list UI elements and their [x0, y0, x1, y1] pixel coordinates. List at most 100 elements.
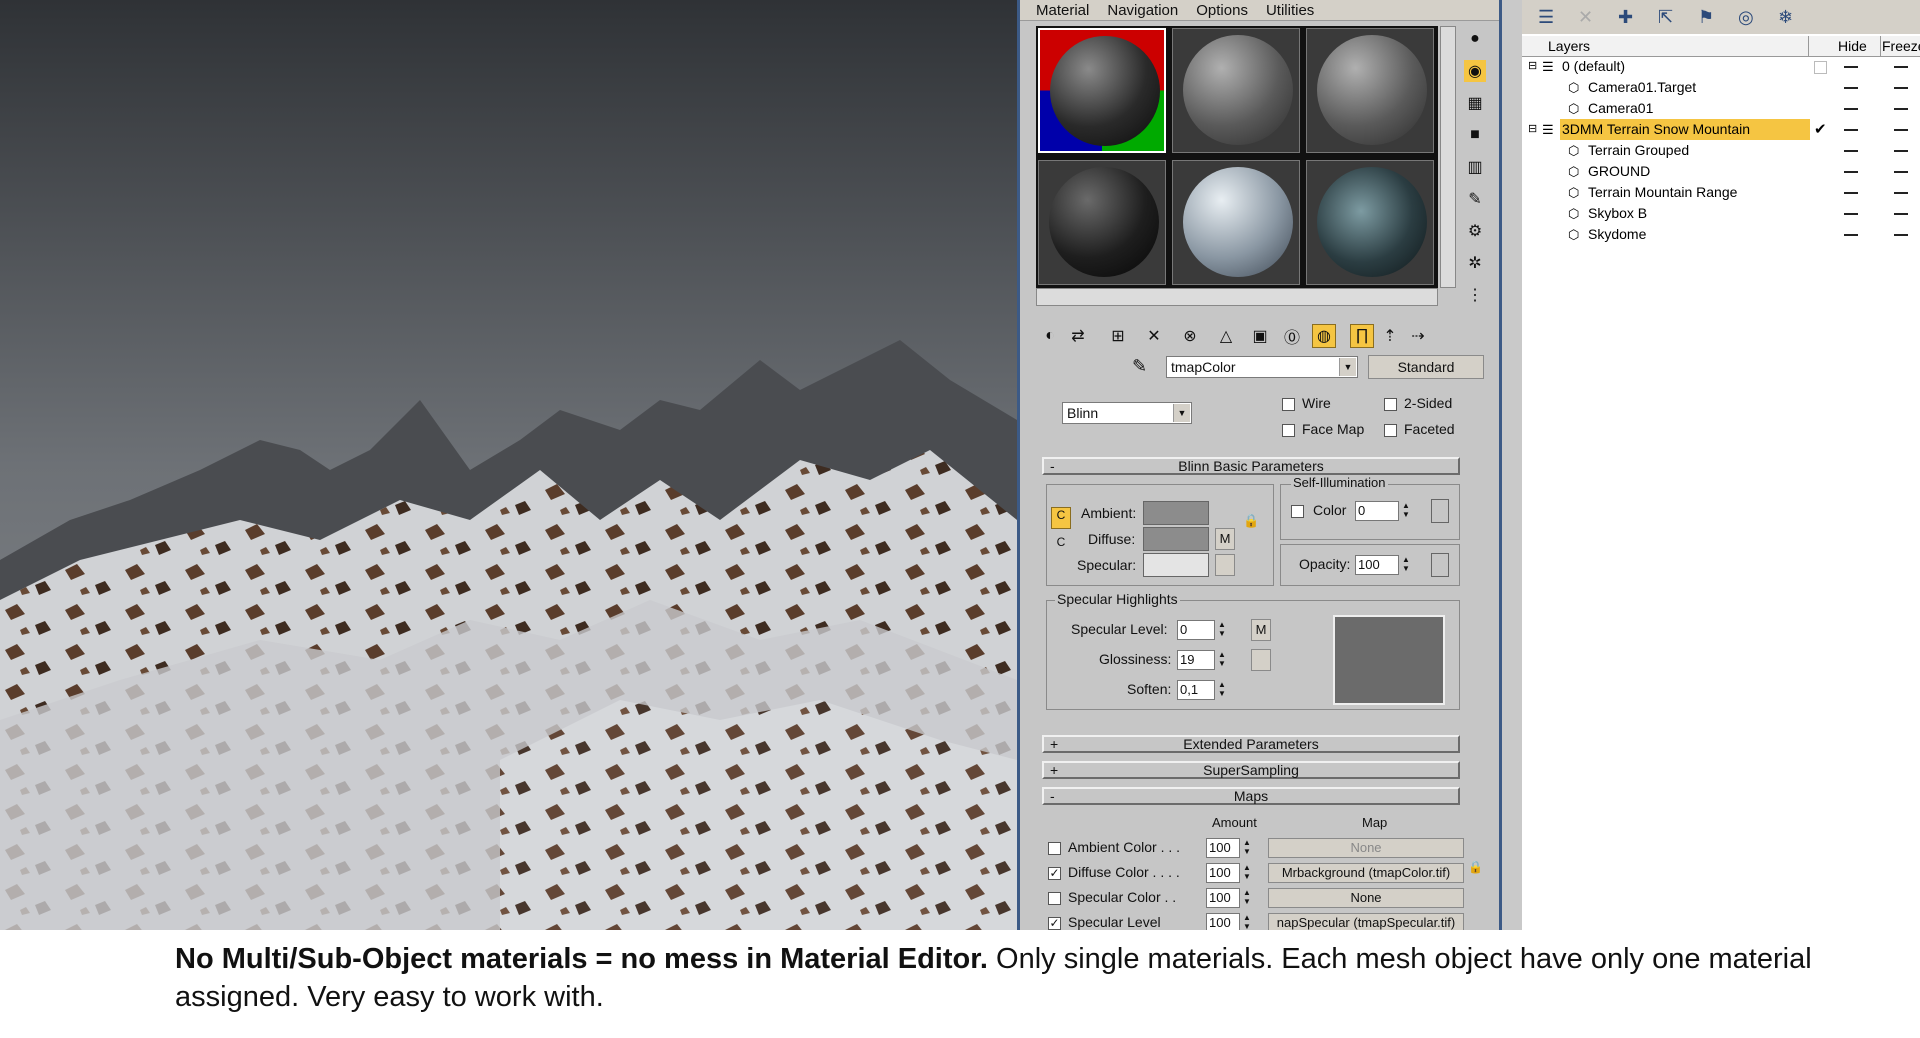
spinner-icon[interactable]: ▲ ▼: [1242, 913, 1252, 930]
freeze-toggle[interactable]: [1894, 192, 1908, 194]
freeze-all-icon[interactable]: ❄: [1778, 7, 1818, 28]
panel-divider[interactable]: [1502, 0, 1522, 930]
spinner-icon[interactable]: ▲ ▼: [1401, 555, 1411, 575]
freeze-toggle[interactable]: [1894, 108, 1908, 110]
map-amount[interactable]: 100: [1206, 888, 1240, 908]
diffuse-color-map-checkbox[interactable]: ✓: [1048, 867, 1061, 880]
put-to-scene-icon[interactable]: ⇄: [1066, 324, 1090, 348]
checkmark-icon[interactable]: ✔: [1814, 119, 1827, 140]
opacity-value[interactable]: 100: [1355, 555, 1399, 575]
layer-row-active[interactable]: ⊟ ☰ 3DMM Terrain Snow Mountain ✔: [1522, 119, 1920, 140]
hide-toggle[interactable]: [1844, 87, 1858, 89]
glossiness-value[interactable]: 19: [1177, 650, 1215, 670]
ambient-color-swatch[interactable]: [1143, 501, 1209, 525]
map-button[interactable]: None: [1268, 838, 1464, 858]
collapse-icon[interactable]: ⊟: [1528, 119, 1537, 140]
self-illum-value[interactable]: 0: [1355, 501, 1399, 521]
hide-toggle[interactable]: [1844, 129, 1858, 131]
lock-ambient-diffuse-icon[interactable]: C: [1051, 507, 1071, 529]
layer-row[interactable]: ⬡ Skybox B: [1522, 203, 1920, 224]
slots-vertical-scrollbar[interactable]: [1440, 26, 1456, 288]
put-to-library-icon[interactable]: △: [1214, 324, 1238, 348]
go-to-parent-icon[interactable]: ⇡: [1378, 324, 1402, 348]
video-color-check-icon[interactable]: ▥: [1464, 156, 1486, 178]
background-checker-icon[interactable]: ▦: [1464, 92, 1486, 114]
specular-level-map-button[interactable]: M: [1251, 619, 1271, 641]
material-type-button[interactable]: Standard: [1368, 355, 1484, 379]
layer-row[interactable]: ⬡ GROUND: [1522, 161, 1920, 182]
assign-to-selection-icon[interactable]: ⊞: [1106, 324, 1130, 348]
ambient-color-map-checkbox[interactable]: [1048, 842, 1061, 855]
map-button[interactable]: napSpecular (tmapSpecular.tif): [1268, 913, 1464, 930]
self-illum-map-button[interactable]: [1431, 499, 1449, 523]
map-amount[interactable]: 100: [1206, 913, 1240, 930]
specular-color-map-checkbox[interactable]: [1048, 892, 1061, 905]
effects-channel-icon[interactable]: ⓪: [1280, 324, 1304, 348]
face-map-checkbox[interactable]: [1282, 424, 1295, 437]
freeze-toggle[interactable]: [1894, 171, 1908, 173]
sample-type-icon[interactable]: ●: [1464, 28, 1486, 50]
slots-horizontal-scrollbar[interactable]: [1036, 288, 1438, 306]
sample-slot-2[interactable]: [1172, 28, 1300, 153]
layer-row[interactable]: ⬡ Terrain Grouped: [1522, 140, 1920, 161]
freeze-toggle[interactable]: [1894, 150, 1908, 152]
sample-uv-icon[interactable]: ■: [1464, 124, 1486, 146]
supersampling-rollout[interactable]: + SuperSampling: [1042, 761, 1460, 779]
specular-level-map-checkbox[interactable]: ✓: [1048, 917, 1061, 930]
soften-value[interactable]: 0,1: [1177, 680, 1215, 700]
two-sided-checkbox[interactable]: [1384, 398, 1397, 411]
blinn-basic-rollout[interactable]: - Blinn Basic Parameters: [1042, 457, 1460, 475]
shader-dropdown[interactable]: Blinn ▼: [1062, 402, 1192, 424]
current-layer-box[interactable]: [1814, 61, 1827, 74]
freeze-toggle[interactable]: [1894, 87, 1908, 89]
specular-color-swatch[interactable]: [1143, 553, 1209, 577]
layer-row[interactable]: ⬡ Skydome: [1522, 224, 1920, 245]
spinner-icon[interactable]: ▲ ▼: [1401, 501, 1411, 521]
hide-toggle[interactable]: [1844, 234, 1858, 236]
collapse-icon[interactable]: ⊟: [1528, 56, 1537, 77]
select-objects-icon[interactable]: ⇱: [1658, 7, 1698, 28]
spinner-icon[interactable]: ▲ ▼: [1217, 620, 1227, 640]
diffuse-map-button[interactable]: M: [1215, 528, 1235, 550]
make-unique-icon[interactable]: ⊗: [1178, 324, 1202, 348]
specular-level-value[interactable]: 0: [1177, 620, 1215, 640]
hide-toggle[interactable]: [1844, 213, 1858, 215]
get-material-icon[interactable]: ◐: [1038, 324, 1062, 348]
show-end-result-icon[interactable]: ∏: [1350, 324, 1374, 348]
hide-toggle[interactable]: [1844, 171, 1858, 173]
hide-toggle[interactable]: [1844, 108, 1858, 110]
highlight-layer-icon[interactable]: ⚑: [1698, 7, 1738, 28]
lock-icon[interactable]: 🔒: [1243, 513, 1261, 533]
layer-row[interactable]: ⬡ Terrain Mountain Range: [1522, 182, 1920, 203]
select-by-material-icon[interactable]: ✲: [1464, 252, 1486, 274]
reset-map-icon[interactable]: ✕: [1142, 324, 1166, 348]
layer-row[interactable]: ⊟ ☰ 0 (default): [1522, 56, 1920, 77]
freeze-toggle[interactable]: [1894, 234, 1908, 236]
create-layer-icon[interactable]: ☰: [1538, 7, 1578, 28]
material-name-field[interactable]: tmapColor ▼: [1166, 356, 1358, 378]
menu-material[interactable]: Material: [1036, 2, 1089, 19]
layer-row[interactable]: ⬡ Camera01: [1522, 98, 1920, 119]
spinner-icon[interactable]: ▲ ▼: [1217, 650, 1227, 670]
material-effects-channel-icon[interactable]: ▣: [1248, 324, 1272, 348]
map-amount[interactable]: 100: [1206, 863, 1240, 883]
glossiness-map-button[interactable]: [1251, 649, 1271, 671]
add-to-layer-icon[interactable]: ✚: [1618, 7, 1658, 28]
options-icon[interactable]: ⚙: [1464, 220, 1486, 242]
layers-column-header[interactable]: Layers: [1548, 38, 1590, 54]
spinner-icon[interactable]: ▲ ▼: [1242, 888, 1252, 908]
lock-diffuse-specular-icon[interactable]: C: [1051, 535, 1071, 557]
delete-layer-icon[interactable]: ✕: [1578, 7, 1618, 28]
sample-slot-4[interactable]: [1038, 160, 1166, 285]
sample-slot-3[interactable]: [1306, 28, 1434, 153]
wire-checkbox[interactable]: [1282, 398, 1295, 411]
maps-rollout[interactable]: - Maps: [1042, 787, 1460, 805]
material-navigator-icon[interactable]: ⋮: [1464, 284, 1486, 306]
freeze-toggle[interactable]: [1894, 213, 1908, 215]
menu-options[interactable]: Options: [1196, 2, 1248, 19]
hide-toggle[interactable]: [1844, 192, 1858, 194]
eyedropper-icon[interactable]: ✎: [1132, 356, 1147, 377]
hide-column-header[interactable]: Hide: [1838, 38, 1867, 54]
hide-all-icon[interactable]: ◎: [1738, 7, 1778, 28]
layer-row[interactable]: ⬡ Camera01.Target: [1522, 77, 1920, 98]
